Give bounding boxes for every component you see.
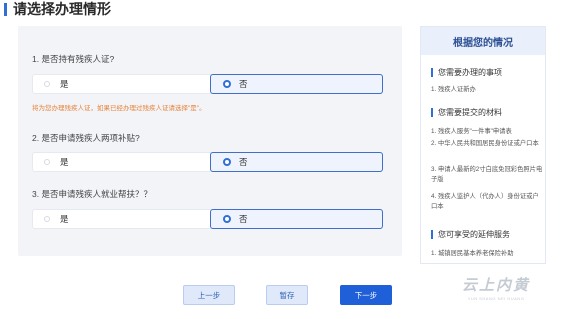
- radio-unchecked-icon: [44, 159, 50, 165]
- question-2: 2. 是否申请残疾人两项补贴?: [32, 133, 140, 143]
- section-accent-bar: [431, 230, 433, 239]
- radio-checked-icon: [223, 80, 231, 88]
- title-accent-bar: [4, 2, 7, 16]
- radio-checked-icon: [223, 158, 231, 166]
- materials-item-4: 4. 残疾人监护人（代办人）身份证或户口本: [431, 193, 539, 210]
- q1-option-yes-label: 是: [60, 79, 69, 89]
- section-extended-services: 您可享受的延伸服务: [431, 229, 510, 240]
- q3-option-yes-label: 是: [60, 214, 69, 224]
- materials-item-2: 2. 中华人民共和国居民身份证或户口本: [431, 140, 539, 147]
- materials-item-1: 1. 残疾人服务"一件事"申请表: [431, 128, 512, 135]
- watermark-text: 云上内黄: [461, 276, 530, 294]
- section-accent-bar: [431, 68, 433, 77]
- q2-option-no-label: 否: [239, 157, 248, 167]
- q2-option-yes[interactable]: 是: [32, 152, 216, 172]
- q2-option-yes-label: 是: [60, 157, 69, 167]
- q1-hint: 将为您办理残疾人证，如果已经办理过残疾人证请选择"是"。: [32, 105, 206, 112]
- section-accent-bar: [431, 108, 433, 117]
- q3-option-no[interactable]: 否: [210, 209, 383, 229]
- section-materials-title: 您需要提交的材料: [438, 108, 502, 117]
- radio-unchecked-icon: [44, 216, 50, 222]
- q3-option-yes[interactable]: 是: [32, 209, 216, 229]
- q3-option-no-label: 否: [239, 214, 248, 224]
- q1-option-yes[interactable]: 是: [32, 74, 216, 94]
- section-materials: 您需要提交的材料: [431, 107, 502, 118]
- form-panel: 1. 是否持有残疾人证? 是 否 将为您办理残疾人证，如果已经办理过残疾人证请选…: [18, 26, 402, 256]
- materials-item-3: 3. 申请人最新的2寸白底免冠彩色照片电子版: [431, 166, 543, 183]
- radio-checked-icon: [223, 215, 231, 223]
- section-matters: 您需要办理的事项: [431, 67, 502, 78]
- section-matters-title: 您需要办理的事项: [438, 68, 502, 77]
- q1-option-no[interactable]: 否: [210, 74, 383, 94]
- section-extended-services-title: 您可享受的延伸服务: [438, 230, 510, 239]
- radio-unchecked-icon: [44, 81, 50, 87]
- page-title-text: 请选择办理情形: [13, 1, 111, 17]
- q2-option-no[interactable]: 否: [210, 152, 383, 172]
- previous-step-button[interactable]: 上一步: [183, 285, 235, 305]
- matters-item-1: 1. 残疾人证新办: [431, 86, 476, 93]
- q1-option-no-label: 否: [239, 79, 248, 89]
- page-title: 请选择办理情形: [4, 1, 111, 17]
- next-step-button[interactable]: 下一步: [340, 285, 392, 305]
- watermark-logo: 云上内黄 YUN SHANG NEI HUANG: [448, 272, 544, 302]
- question-1: 1. 是否持有残疾人证?: [32, 54, 115, 64]
- question-3: 3. 是否申请残疾人就业帮扶？？: [32, 189, 152, 199]
- save-draft-button[interactable]: 暂存: [266, 285, 308, 305]
- situation-panel-header: 根据您的情况: [421, 27, 545, 55]
- watermark-subtext: YUN SHANG NEI HUANG: [467, 295, 525, 301]
- situation-panel: 根据您的情况 您需要办理的事项 1. 残疾人证新办 您需要提交的材料 1. 残疾…: [420, 26, 546, 264]
- services-item-1: 1. 城镇居民基本养老保险补助: [431, 250, 514, 257]
